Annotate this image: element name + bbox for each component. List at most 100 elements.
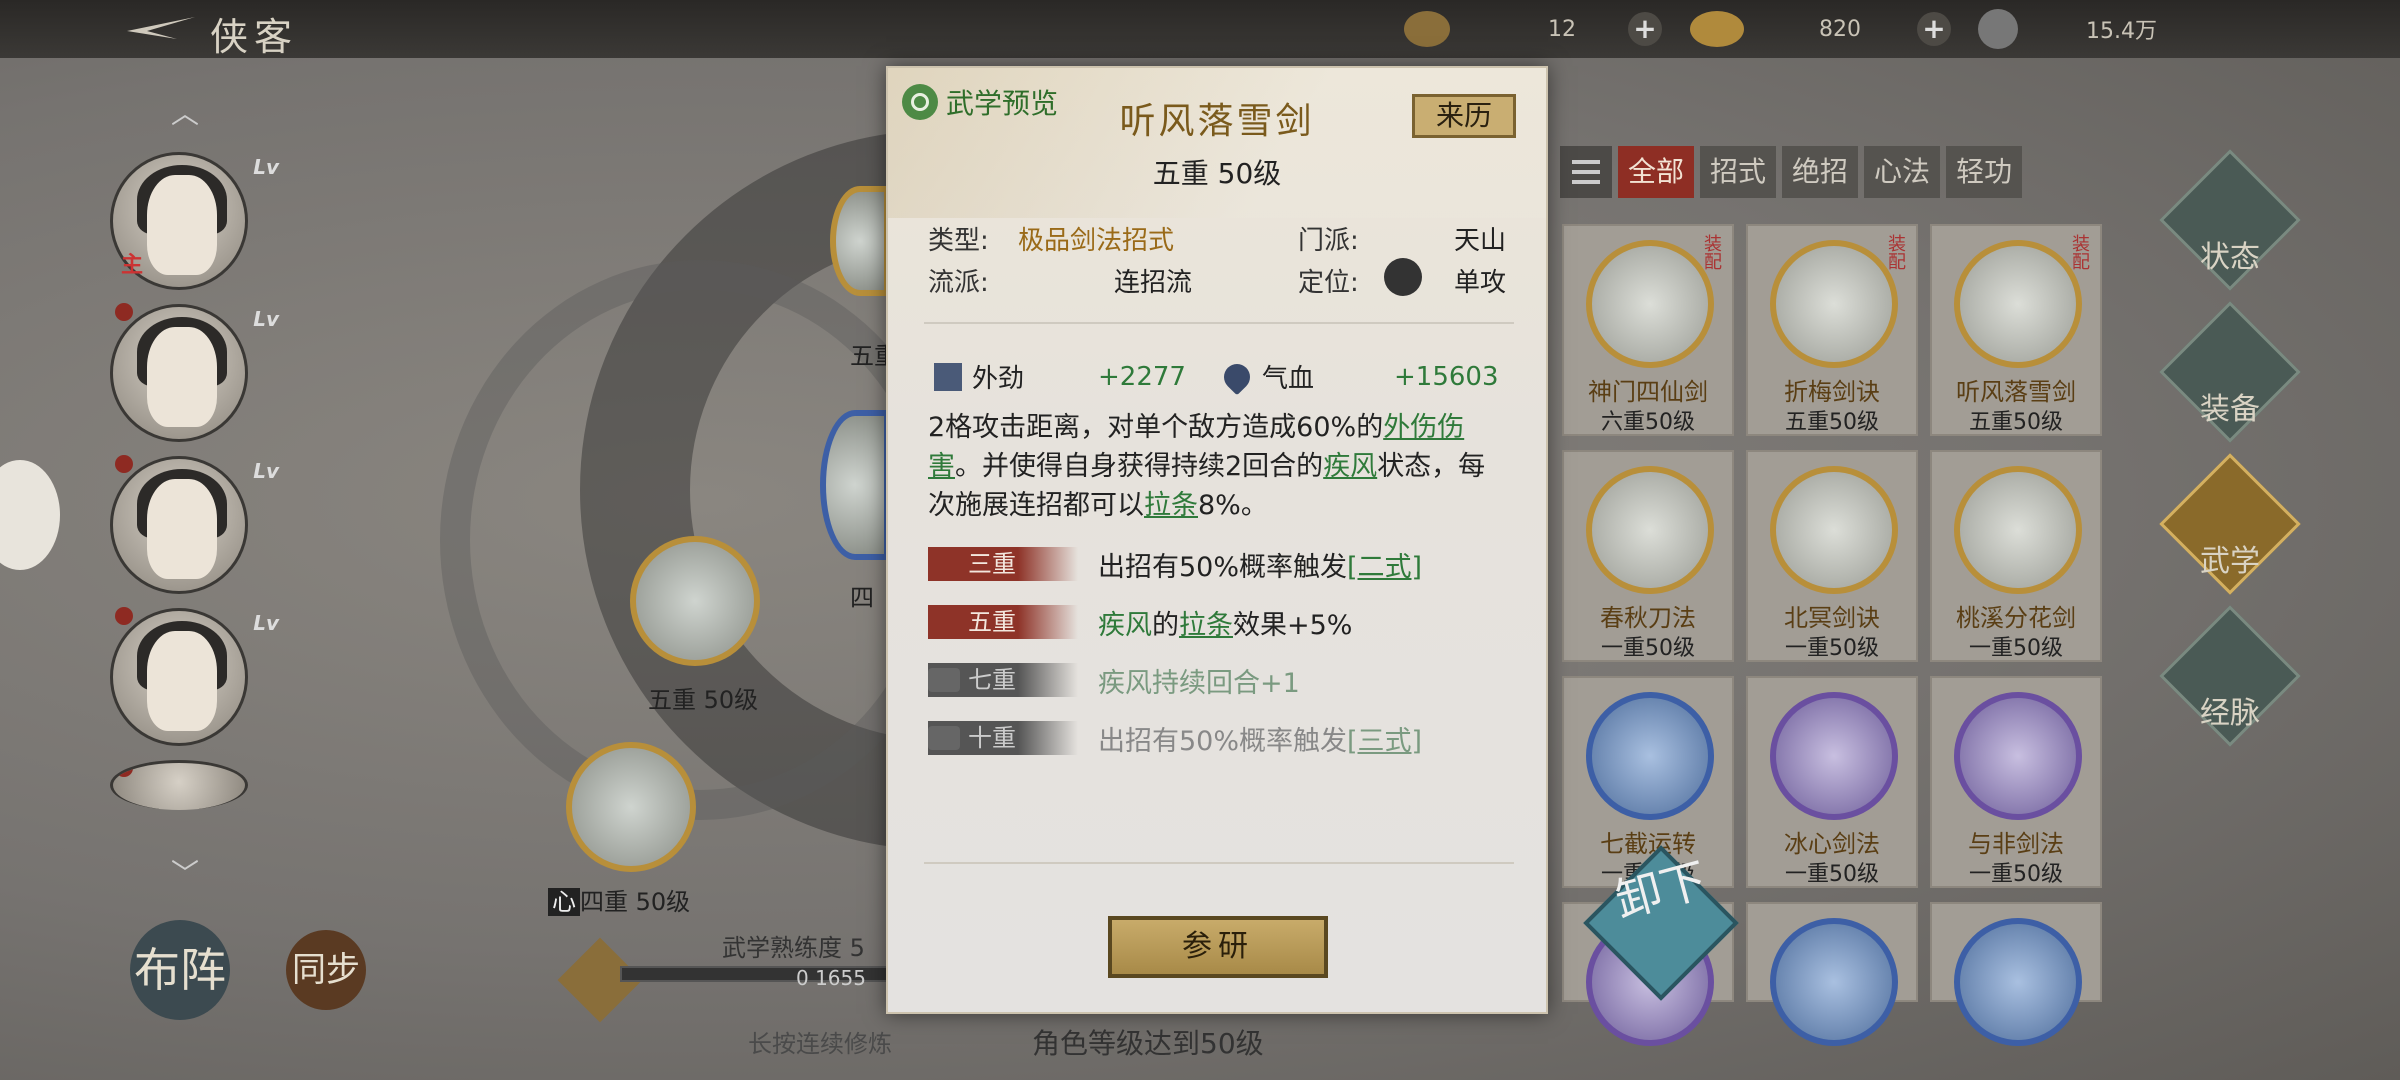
character-avatar-2[interactable]: Lv xyxy=(110,303,279,442)
tier-7-text: 疾风持续回合+1 xyxy=(1098,667,1300,699)
school-row: 流派: 连招流 xyxy=(928,262,1192,299)
skill-card-8[interactable]: 冰心剑法 一重50级 xyxy=(1746,676,1918,888)
nav-martial[interactable]: 武学 xyxy=(2190,536,2270,580)
desc-link-gale[interactable]: 疾风 xyxy=(1323,451,1377,482)
tier-7: 七重 疾风持续回合+1 xyxy=(928,660,1528,700)
divider xyxy=(924,322,1514,324)
skill-card-4[interactable]: 春秋刀法一重50级 xyxy=(1562,450,1734,662)
page-title: 侠客 xyxy=(210,15,299,59)
skill-card-name: 北冥剑诀 xyxy=(1784,604,1880,632)
skill-card-9[interactable]: 与非剑法一重50级 xyxy=(1930,676,2102,888)
skill-node-top[interactable] xyxy=(830,186,890,296)
nav-meridian[interactable]: 经脉 xyxy=(2190,688,2270,732)
resource-1-value: 12 xyxy=(1548,16,1576,42)
avatar-level: Lv xyxy=(253,611,279,635)
character-avatar-5[interactable]: Lv xyxy=(110,760,248,810)
resource-2-value: 820 xyxy=(1819,16,1861,42)
desc-text-2: 。并使得自身获得持续2回合的 xyxy=(955,451,1324,482)
avatar-level: Lv xyxy=(253,155,279,179)
tier-3-label: 三重 xyxy=(928,547,1078,581)
sync-button[interactable]: 同步 xyxy=(286,930,366,1010)
tier-5-link[interactable]: 拉条 xyxy=(1179,610,1233,641)
type-label: 类型: xyxy=(928,226,989,256)
formation-button[interactable]: 布阵 xyxy=(130,920,230,1020)
tier-10-link[interactable]: [三式] xyxy=(1347,726,1422,757)
skill-card-name: 神门四仙剑 xyxy=(1588,378,1708,406)
skill-card-name: 冰心剑法 xyxy=(1784,830,1880,858)
skill-node-middle[interactable] xyxy=(630,536,760,666)
tab-mental[interactable]: 心法 xyxy=(1864,146,1941,198)
skill-card-level: 六重50级 xyxy=(1601,410,1695,435)
tier-5: 五重 疾风的拉条效果+5% xyxy=(928,602,1528,642)
position-value: 单攻 xyxy=(1454,268,1507,298)
tier-3-link[interactable]: [二式] xyxy=(1347,552,1422,583)
back-arrow-icon xyxy=(127,17,195,39)
skill-card-3[interactable]: 装配 听风落雪剑 五重50级 xyxy=(1930,224,2102,436)
sect-value: 天山 xyxy=(1454,226,1507,256)
skill-card-1[interactable]: 装配 神门四仙剑 六重50级 xyxy=(1562,224,1734,436)
skill-node-right[interactable] xyxy=(820,410,890,560)
coin-icon xyxy=(1978,9,2018,49)
tab-ultimate[interactable]: 绝招 xyxy=(1782,146,1859,198)
skill-card-name: 听风落雪剑 xyxy=(1956,378,2076,406)
skill-description: 2格攻击距离，对单个敌方造成60%的外伤伤害。并使得自身获得持续2回合的疾风状态… xyxy=(928,408,1508,525)
skill-card-6[interactable]: 桃溪分花剑一重50级 xyxy=(1930,450,2102,662)
skill-preview-dialog: 武学预览 听风落雪剑 来历 五重 50级 类型: 极品剑法招式 门派: 天山 流派:… xyxy=(886,66,1548,1014)
list-view-icon[interactable] xyxy=(1560,146,1612,198)
skill-card-name: 折梅剑诀 xyxy=(1784,378,1880,406)
stat-hp-label: 气血 xyxy=(1262,364,1315,394)
skill-card-12[interactable] xyxy=(1930,902,2102,1046)
tab-lightness[interactable]: 轻功 xyxy=(1946,146,2023,198)
skill-filter-tabs: 全部 招式 绝招 心法 轻功 xyxy=(1560,146,2023,198)
equipped-badge: 装配 xyxy=(1885,234,1906,270)
scroll-down-icon[interactable]: ﹀ xyxy=(160,852,210,890)
nav-status[interactable]: 状态 xyxy=(2190,232,2270,276)
character-avatar-4[interactable]: Lv xyxy=(110,607,279,746)
lock-icon xyxy=(928,726,960,750)
sect-row: 门派: 天山 xyxy=(1298,220,1506,257)
skill-card-level: 一重50级 xyxy=(1601,636,1695,661)
skill-node-inner-level-text: 四重 50级 xyxy=(580,888,691,916)
equipped-badge: 装配 xyxy=(2069,234,2090,270)
character-avatar-3[interactable]: Lv xyxy=(110,455,279,594)
proficiency-label: 武学熟练度 5 xyxy=(722,934,865,962)
type-value: 极品剑法招式 xyxy=(1018,226,1175,256)
skill-node-inner[interactable] xyxy=(566,742,696,872)
stat-outer-force: 外劲 +2277 xyxy=(934,358,1186,395)
avatar-level: Lv xyxy=(253,459,279,483)
silver-ingot-icon xyxy=(1690,11,1744,47)
proficiency-value: 0 1655 xyxy=(796,966,866,990)
skill-node-right-level: 四 xyxy=(850,584,874,612)
skill-node-inner-level: 心四重 50级 xyxy=(548,882,690,917)
hold-to-train-hint: 长按连续修炼 xyxy=(748,1030,892,1058)
leaf-icon xyxy=(1404,11,1450,47)
avatar-level: Lv xyxy=(253,307,279,331)
skill-card-level: 一重50级 xyxy=(1969,636,2063,661)
add-resource-1-button[interactable]: + xyxy=(1628,12,1662,46)
nav-equipment[interactable]: 装备 xyxy=(2190,384,2270,428)
skill-card-11[interactable] xyxy=(1746,902,1918,1046)
skill-card-level: 一重50级 xyxy=(1969,862,2063,887)
add-resource-2-button[interactable]: + xyxy=(1917,12,1951,46)
origin-button[interactable]: 来历 xyxy=(1412,94,1516,138)
skill-card-level: 一重50级 xyxy=(1785,636,1879,661)
character-avatar-1[interactable]: Lv 主 xyxy=(110,152,279,290)
skill-card-2[interactable]: 装配 折梅剑诀 五重50级 xyxy=(1746,224,1918,436)
tier-5-effect: 效果+5% xyxy=(1233,609,1353,641)
tier-10-text: 出招有50%概率触发[三式] xyxy=(1098,719,1422,758)
skill-card-5[interactable]: 北冥剑诀一重50级 xyxy=(1746,450,1918,662)
tab-moves[interactable]: 招式 xyxy=(1700,146,1777,198)
tier-10-effect: 出招有50%概率触发 xyxy=(1098,725,1348,757)
scroll-up-icon[interactable]: ︿ xyxy=(160,92,210,130)
desc-link-pull[interactable]: 拉条 xyxy=(1144,490,1198,521)
tab-all[interactable]: 全部 xyxy=(1618,146,1695,198)
back-button[interactable] xyxy=(112,8,202,48)
skill-card-name: 春秋刀法 xyxy=(1600,604,1696,632)
skill-card-name: 桃溪分花剑 xyxy=(1956,604,2076,632)
skill-card-name: 与非剑法 xyxy=(1968,830,2064,858)
stat-outer-force-value: +2277 xyxy=(1098,361,1186,392)
research-button[interactable]: 参研 xyxy=(1108,916,1328,978)
heart-icon xyxy=(1218,358,1256,395)
tier-5-label: 五重 xyxy=(928,605,1078,639)
heart-tag: 心 xyxy=(548,888,580,916)
